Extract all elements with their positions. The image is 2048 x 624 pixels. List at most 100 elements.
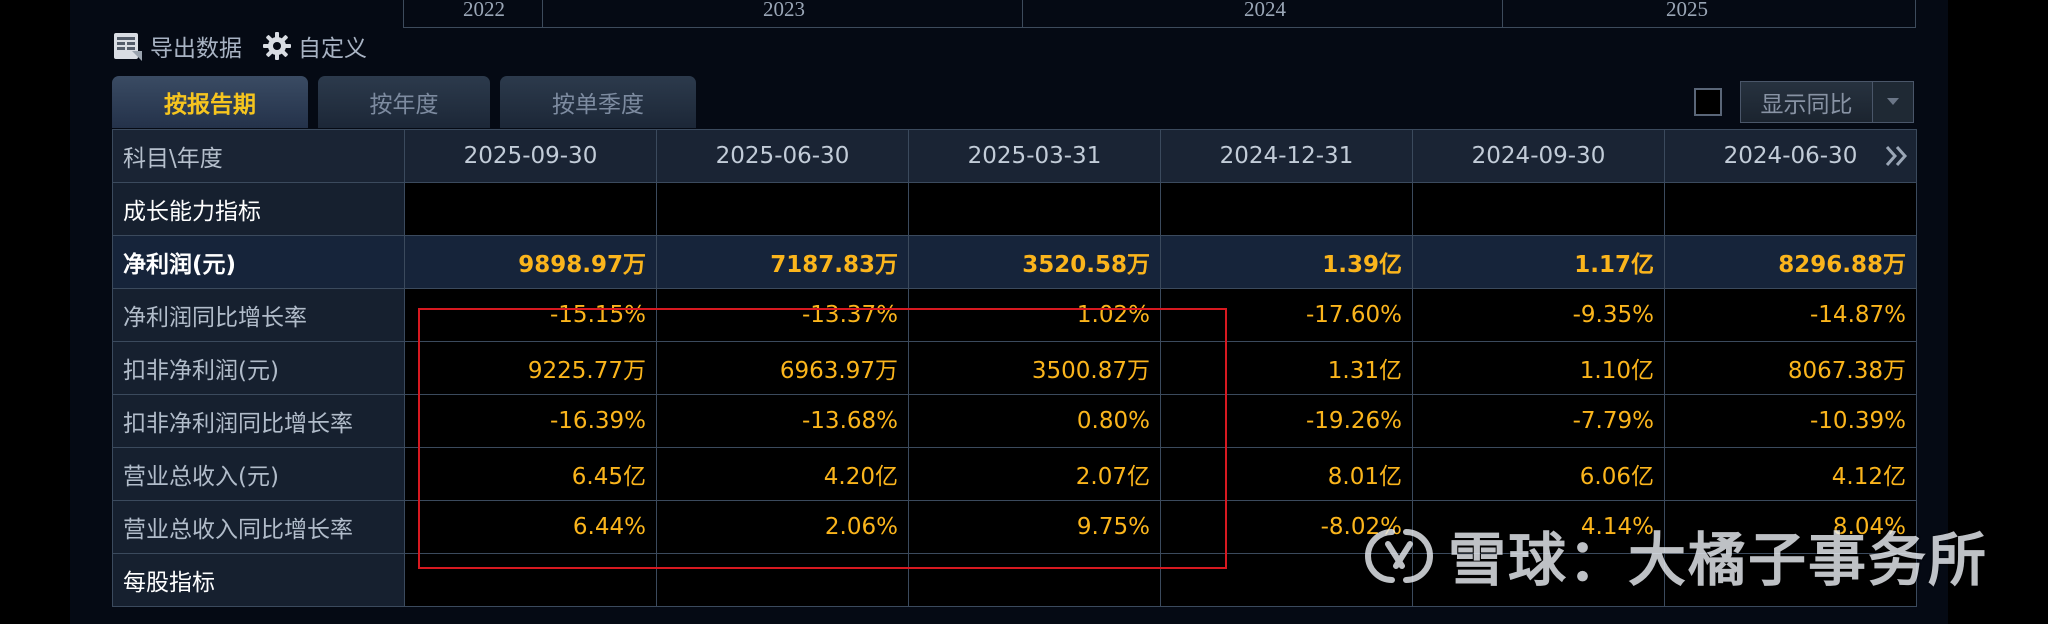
table-cell: 9225.77万 (404, 341, 657, 395)
table-row: 扣非净利润同比增长率 -16.39% -13.68% 0.80% -19.26% -7.7… (112, 394, 1917, 448)
table-cell: -9.35% (1412, 288, 1665, 342)
timeline-divider (542, 0, 543, 28)
table-cell (1160, 553, 1413, 607)
table-cell: 1.10亿 (1412, 341, 1665, 395)
table-cell: 8.01亿 (1160, 447, 1413, 501)
table-cell: 3500.87万 (908, 341, 1161, 395)
table-cell: 9898.97万 (404, 235, 657, 289)
column-header[interactable]: 2024-06-30 (1664, 129, 1917, 183)
row-label: 净利润同比增长率 (112, 288, 405, 342)
column-header[interactable]: 2024-09-30 (1412, 129, 1665, 183)
timeline-divider (1022, 0, 1023, 28)
section-row: 每股指标 (112, 553, 1917, 607)
table-cell: 9.75% (908, 500, 1161, 554)
toolbar: 导出数据 自定义 (112, 26, 367, 66)
table-cell: 8067.38万 (1664, 341, 1917, 395)
column-header[interactable]: 2025-03-31 (908, 129, 1161, 183)
table-cell (1160, 182, 1413, 236)
column-header-label: 2024-06-30 (1723, 143, 1858, 169)
export-data-label: 导出数据 (150, 36, 242, 62)
timeline-year-2023: 2023 (763, 0, 805, 21)
table-cell: 1.02% (908, 288, 1161, 342)
tab-label: 按单季度 (552, 92, 644, 118)
row-label: 营业总收入(元) (112, 447, 405, 501)
tab-by-report-period[interactable]: 按报告期 (112, 76, 308, 128)
timeline-divider (1502, 0, 1503, 28)
show-yoy-checkbox[interactable] (1694, 88, 1722, 116)
table-cell: 6.06亿 (1412, 447, 1665, 501)
table-cell: 7187.83万 (656, 235, 909, 289)
table-cell (1412, 182, 1665, 236)
table-header-row: 科目\年度 2025-09-30 2025-06-30 2025-03-31 2… (112, 129, 1917, 183)
table-cell: -14.87% (1664, 288, 1917, 342)
table-cell: -13.68% (656, 394, 909, 448)
column-header[interactable]: 2024-12-31 (1160, 129, 1413, 183)
table-cell: 4.14% (1412, 500, 1665, 554)
table-cell: 2.06% (656, 500, 909, 554)
table-cell: 6.45亿 (404, 447, 657, 501)
header-subject-year: 科目\年度 (112, 129, 405, 183)
row-label: 净利润(元) (112, 235, 405, 289)
table-cell (656, 553, 909, 607)
table-cell (1664, 182, 1917, 236)
table-row: 净利润(元) 9898.97万 7187.83万 3520.58万 1.39亿 1.17亿… (112, 235, 1917, 289)
table-cell: -10.39% (1664, 394, 1917, 448)
table-cell: 0.80% (908, 394, 1161, 448)
timeline-year-2022: 2022 (463, 0, 505, 21)
table-cell: -7.79% (1412, 394, 1665, 448)
table-row: 营业总收入(元) 6.45亿 4.20亿 2.07亿 8.01亿 6.06亿 4.12亿 (112, 447, 1917, 501)
table-cell: 8.04% (1664, 500, 1917, 554)
table-row: 净利润同比增长率 -15.15% -13.37% 1.02% -17.60% -9.35%… (112, 288, 1917, 342)
stage: 2022 2023 2024 2025 导出数据 自定义 按报告期 按年度 按单… (0, 0, 2048, 624)
table-cell (908, 182, 1161, 236)
export-data-button[interactable]: 导出数据 (112, 29, 242, 63)
tab-by-quarter[interactable]: 按单季度 (500, 76, 696, 128)
row-label: 营业总收入同比增长率 (112, 500, 405, 554)
table-cell: -8.02% (1160, 500, 1413, 554)
table-cell: 6963.97万 (656, 341, 909, 395)
table-cell (656, 182, 909, 236)
table-cell (404, 553, 657, 607)
table-cell: 3520.58万 (908, 235, 1161, 289)
table-cell: 6.44% (404, 500, 657, 554)
customize-label: 自定义 (298, 36, 367, 62)
table-cell: -16.39% (404, 394, 657, 448)
table-cell: 4.20亿 (656, 447, 909, 501)
table-cell: 1.31亿 (1160, 341, 1413, 395)
table-cell (1664, 553, 1917, 607)
table-row: 营业总收入同比增长率 6.44% 2.06% 9.75% -8.02% 4.14% 8.04… (112, 500, 1917, 554)
row-label: 扣非净利润同比增长率 (112, 394, 405, 448)
table-cell (1412, 553, 1665, 607)
row-label: 每股指标 (112, 553, 405, 607)
tab-by-year[interactable]: 按年度 (318, 76, 490, 128)
table-cell: 2.07亿 (908, 447, 1161, 501)
column-header[interactable]: 2025-06-30 (656, 129, 909, 183)
table-cell: 4.12亿 (1664, 447, 1917, 501)
table-cell (404, 182, 657, 236)
table-cell: -15.15% (404, 288, 657, 342)
column-header[interactable]: 2025-09-30 (404, 129, 657, 183)
table-cell: 1.39亿 (1160, 235, 1413, 289)
gear-icon (263, 32, 291, 60)
table-cell: 1.17亿 (1412, 235, 1665, 289)
chevron-down-icon (1887, 98, 1899, 105)
table-cell (908, 553, 1161, 607)
timeline-year-2024: 2024 (1244, 0, 1286, 21)
section-row: 成长能力指标 (112, 182, 1917, 236)
row-label: 成长能力指标 (112, 182, 405, 236)
period-timeline[interactable]: 2022 2023 2024 2025 (403, 0, 1916, 28)
table-cell: -19.26% (1160, 394, 1413, 448)
tab-label: 按报告期 (164, 92, 256, 118)
double-chevron-right-icon[interactable] (1884, 144, 1910, 168)
row-label: 扣非净利润(元) (112, 341, 405, 395)
export-data-icon (114, 33, 142, 61)
table-cell: -13.37% (656, 288, 909, 342)
table-row: 扣非净利润(元) 9225.77万 6963.97万 3500.87万 1.31亿 1.1… (112, 341, 1917, 395)
show-yoy-label: 显示同比 (1760, 92, 1853, 118)
tab-label: 按年度 (369, 92, 439, 118)
financial-indicator-table: 科目\年度 2025-09-30 2025-06-30 2025-03-31 2… (112, 129, 1917, 607)
show-yoy-dropdown[interactable]: 显示同比 (1740, 81, 1914, 123)
table-cell: 8296.88万 (1664, 235, 1917, 289)
customize-button[interactable]: 自定义 (262, 29, 367, 63)
dropdown-caret[interactable] (1872, 82, 1913, 122)
